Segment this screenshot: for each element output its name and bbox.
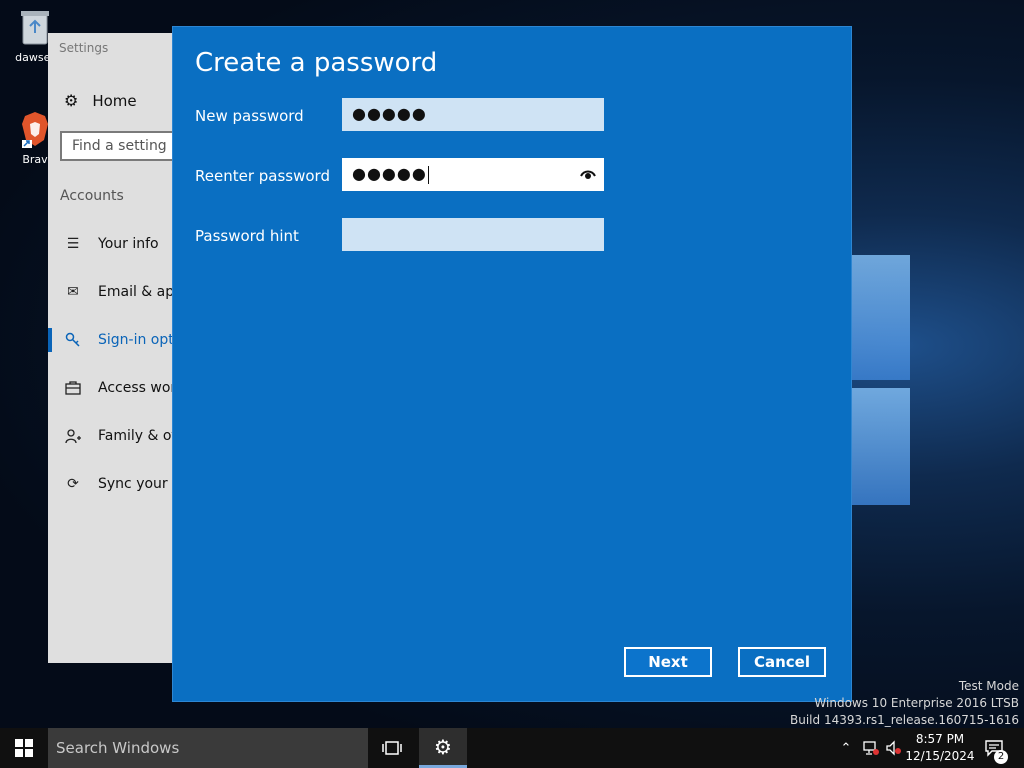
windows-start-icon: [15, 739, 33, 757]
nav-item-label: Your info: [98, 236, 159, 252]
network-status-button[interactable]: [860, 728, 882, 768]
new-password-field[interactable]: ●●●●●: [342, 98, 604, 131]
watermark-line: Windows 10 Enterprise 2016 LTSB: [814, 696, 1019, 710]
cancel-button[interactable]: Cancel: [738, 647, 826, 677]
taskbar-search-box[interactable]: Search Windows: [48, 728, 368, 768]
gear-icon: ⚙: [64, 91, 79, 110]
task-view-icon: [382, 741, 402, 755]
create-password-dialog: Create a password New password ●●●●● Ree…: [172, 26, 852, 702]
task-view-button[interactable]: [368, 728, 416, 768]
nav-item-family[interactable]: Family & oth: [64, 427, 186, 445]
password-hint-field[interactable]: [342, 218, 604, 251]
nav-item-label: Sign-in opti: [98, 332, 178, 348]
person-add-icon: [64, 427, 82, 445]
key-icon: [64, 331, 82, 349]
dialog-title: Create a password: [195, 48, 438, 78]
next-button[interactable]: Next: [624, 647, 712, 677]
briefcase-icon: [64, 379, 82, 397]
nav-item-your-info[interactable]: ☰ Your info: [64, 235, 159, 253]
gear-icon: ⚙: [434, 734, 452, 759]
test-mode-watermark: Test Mode Windows 10 Enterprise 2016 LTS…: [790, 678, 1019, 729]
active-indicator: [48, 328, 52, 352]
nav-item-sign-in-options[interactable]: Sign-in opti: [64, 331, 178, 349]
sync-icon: ⟳: [67, 476, 79, 492]
person-list-icon: ☰: [66, 236, 80, 252]
reenter-password-value: ●●●●●: [352, 164, 427, 183]
network-icon: [863, 741, 879, 755]
section-heading: Accounts: [60, 188, 124, 204]
watermark-line: Test Mode: [958, 679, 1019, 693]
recycle-bin-icon: [21, 11, 49, 45]
settings-window: Settings ⚙ Home Find a setting Accounts …: [48, 33, 200, 663]
text-caret: [427, 165, 429, 184]
notification-count-badge: 2: [994, 750, 1008, 764]
taskbar: Search Windows ⚙ ⌃ 8:57 PM 12/15/2024 2: [0, 728, 1024, 768]
chevron-up-icon: ⌃: [840, 740, 852, 756]
reenter-password-field[interactable]: ●●●●●: [342, 158, 604, 191]
desktop-windows-logo: [845, 255, 915, 505]
volume-button[interactable]: [884, 728, 904, 768]
start-button[interactable]: [0, 728, 48, 768]
new-password-value: ●●●●●: [352, 104, 427, 123]
nav-item-email-accounts[interactable]: ✉ Email & app: [64, 283, 183, 301]
settings-title: Settings: [59, 41, 109, 55]
watermark-line: Build 14393.rs1_release.160715-1616: [790, 713, 1019, 727]
speaker-muted-icon: [886, 740, 901, 756]
home-label: Home: [92, 91, 137, 110]
clock[interactable]: 8:57 PM 12/15/2024: [905, 731, 975, 765]
nav-item-sync[interactable]: ⟳ Sync your se: [64, 475, 188, 493]
settings-home[interactable]: ⚙ Home: [64, 91, 137, 110]
brave-browser-icon: [22, 112, 48, 148]
reveal-password-icon[interactable]: [580, 166, 596, 182]
password-hint-label: Password hint: [195, 227, 299, 245]
envelope-icon: ✉: [67, 284, 79, 300]
clock-date: 12/15/2024: [905, 749, 975, 763]
clock-time: 8:57 PM: [915, 732, 965, 746]
show-hidden-icons-button[interactable]: ⌃: [838, 728, 854, 768]
reenter-password-label: Reenter password: [195, 167, 330, 185]
nav-item-label: Email & app: [98, 284, 184, 300]
settings-taskbar-button[interactable]: ⚙: [419, 728, 467, 768]
new-password-label: New password: [195, 107, 304, 125]
nav-item-access-work[interactable]: Access work: [64, 379, 184, 397]
